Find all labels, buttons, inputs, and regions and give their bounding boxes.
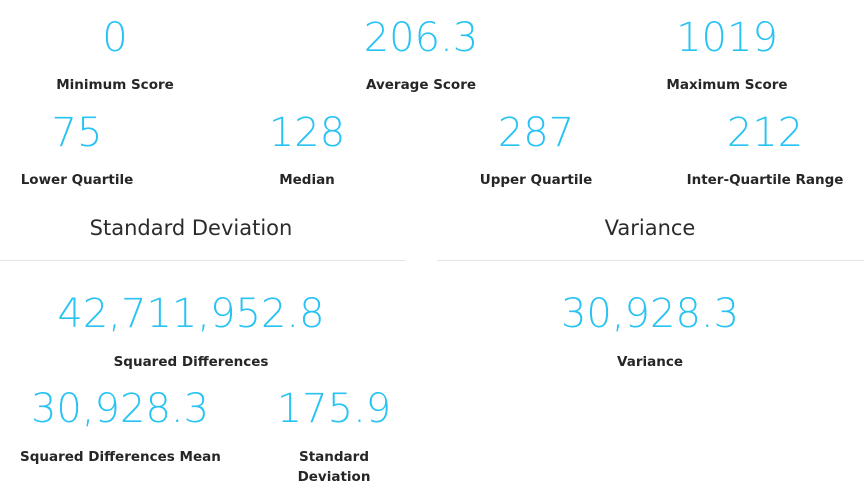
stat-value: 128 xyxy=(268,110,346,156)
stat-value: 30,928.3 xyxy=(30,386,210,432)
section-title-standard-deviation: Standard Deviation xyxy=(89,216,293,240)
stat-maximum-score: 1019 Maximum Score xyxy=(627,14,827,104)
stat-label: Minimum Score xyxy=(56,77,174,93)
stat-standard-deviation: 175.9 Standard Deviation xyxy=(274,385,394,495)
stat-value: 42,711,952.8 xyxy=(57,291,325,337)
stat-label: Variance xyxy=(617,354,683,370)
stat-upper-quartile: 287 Upper Quartile xyxy=(459,110,613,200)
stat-value: 1019 xyxy=(676,15,778,61)
stat-median: 128 Median xyxy=(230,110,384,200)
stat-label: Squared Differences xyxy=(113,354,269,370)
stat-label: Maximum Score xyxy=(666,77,788,93)
stat-value: 206.3 xyxy=(363,15,479,61)
stat-average-score: 206.3 Average Score xyxy=(321,14,521,104)
section-divider-left xyxy=(0,260,406,261)
stat-label: Squared Differences Mean xyxy=(20,449,221,465)
stat-value: 30,928.3 xyxy=(560,291,740,337)
stat-label: Average Score xyxy=(365,77,477,93)
stat-value: 212 xyxy=(726,110,804,156)
section-divider-right xyxy=(437,260,864,261)
stat-lower-quartile: 75 Lower Quartile xyxy=(0,110,154,200)
stat-minimum-score: 0 Minimum Score xyxy=(15,14,215,104)
stat-squared-differences-mean: 30,928.3 Squared Differences Mean xyxy=(20,385,221,475)
stat-value: 175.9 xyxy=(276,386,392,432)
stat-variance: 30,928.3 Variance xyxy=(500,290,800,380)
stat-inter-quartile-range: 212 Inter-Quartile Range xyxy=(675,110,855,200)
stat-value: 287 xyxy=(497,110,575,156)
stat-label: Inter-Quartile Range xyxy=(686,172,844,188)
stat-squared-differences: 42,711,952.8 Squared Differences xyxy=(41,290,341,380)
stat-value: 0 xyxy=(102,15,128,61)
stat-label: Upper Quartile xyxy=(479,172,593,188)
stat-label: Standard Deviation xyxy=(297,449,371,485)
section-title-variance: Variance xyxy=(604,216,696,240)
stat-label: Lower Quartile xyxy=(20,172,134,188)
stat-value: 75 xyxy=(51,110,103,156)
stat-label: Median xyxy=(279,172,335,188)
